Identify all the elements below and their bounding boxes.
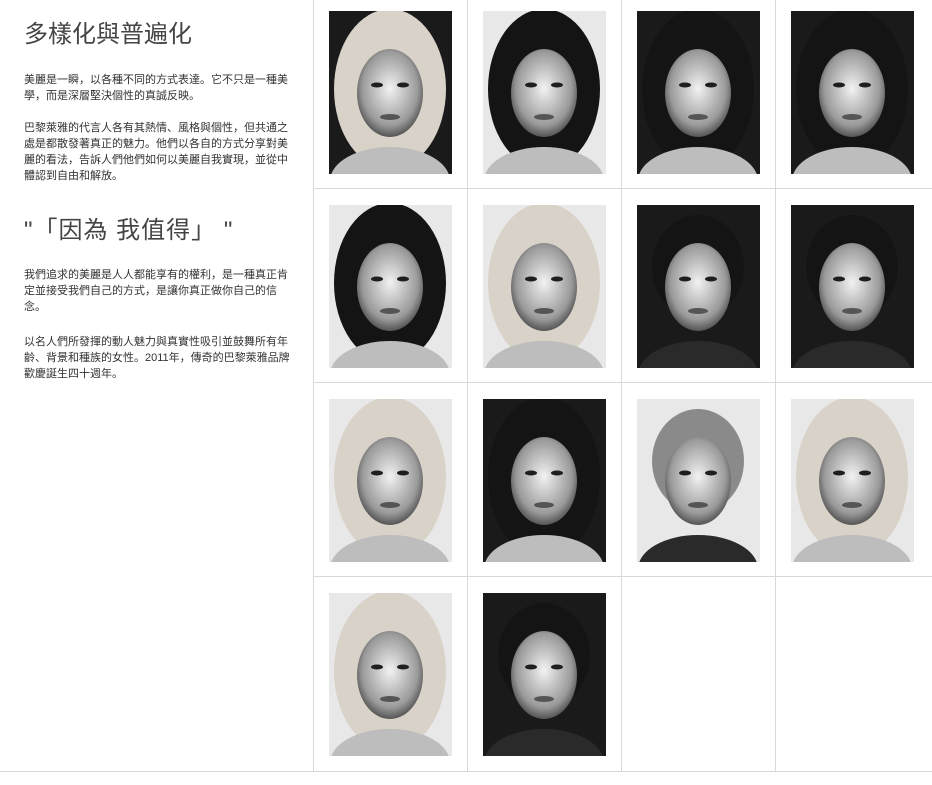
- grid-divider: [467, 0, 468, 771]
- grid-divider: [621, 0, 622, 771]
- spokesperson-portrait[interactable]: [791, 205, 914, 368]
- spokesperson-portrait[interactable]: [329, 399, 452, 562]
- spokesperson-portrait[interactable]: [637, 205, 760, 368]
- spokesperson-portrait[interactable]: [483, 11, 606, 174]
- portrait-image: [329, 205, 452, 368]
- grid-divider: [314, 382, 932, 383]
- grid-divider: [775, 0, 776, 771]
- spokesperson-portrait[interactable]: [483, 399, 606, 562]
- spokesperson-portrait[interactable]: [329, 11, 452, 174]
- spokesperson-gallery: [313, 0, 932, 771]
- portrait-image: [483, 399, 606, 562]
- portrait-image: [329, 399, 452, 562]
- grid-divider: [314, 188, 932, 189]
- portrait-image: [791, 399, 914, 562]
- portrait-image: [791, 205, 914, 368]
- grid-divider: [314, 576, 932, 577]
- bottom-divider: [0, 771, 932, 772]
- spokesperson-portrait[interactable]: [483, 205, 606, 368]
- spokesperson-portrait[interactable]: [329, 205, 452, 368]
- portrait-image: [637, 205, 760, 368]
- portrait-image: [637, 11, 760, 174]
- intro-paragraph-3: 我們追求的美麗是人人都能享有的權利，是一種真正肯定並接受我們自己的方式，是讓你真…: [24, 269, 288, 313]
- spokesperson-portrait[interactable]: [637, 11, 760, 174]
- spokesperson-portrait[interactable]: [637, 399, 760, 562]
- portrait-image: [329, 593, 452, 756]
- spokesperson-portrait[interactable]: [791, 11, 914, 174]
- portrait-image: [329, 11, 452, 174]
- spokesperson-portrait[interactable]: [329, 593, 452, 756]
- portrait-image: [483, 593, 606, 756]
- portrait-image: [637, 399, 760, 562]
- intro-paragraph-4: 以名人們所發揮的動人魅力與真實性吸引並鼓舞所有年齡、背景和種族的女性。2011年…: [24, 336, 290, 380]
- portrait-image: [791, 11, 914, 174]
- slogan-heading: "「因為 我值得」 ": [24, 217, 234, 244]
- intro-panel: 多樣化與普遍化 美麗是一瞬，以各種不同的方式表達。它不只是一種美學，而是深層堅決…: [0, 0, 313, 771]
- spokesperson-portrait[interactable]: [791, 399, 914, 562]
- page-title: 多樣化與普遍化: [24, 21, 192, 48]
- intro-paragraph-2: 巴黎萊雅的代言人各有其熱情、風格與個性，但共通之處是都散發著真正的魅力。他們以各…: [24, 122, 288, 182]
- portrait-image: [483, 11, 606, 174]
- spokesperson-portrait[interactable]: [483, 593, 606, 756]
- portrait-image: [483, 205, 606, 368]
- intro-paragraph-1: 美麗是一瞬，以各種不同的方式表達。它不只是一種美學，而是深層堅決個性的真誠反映。: [24, 74, 288, 102]
